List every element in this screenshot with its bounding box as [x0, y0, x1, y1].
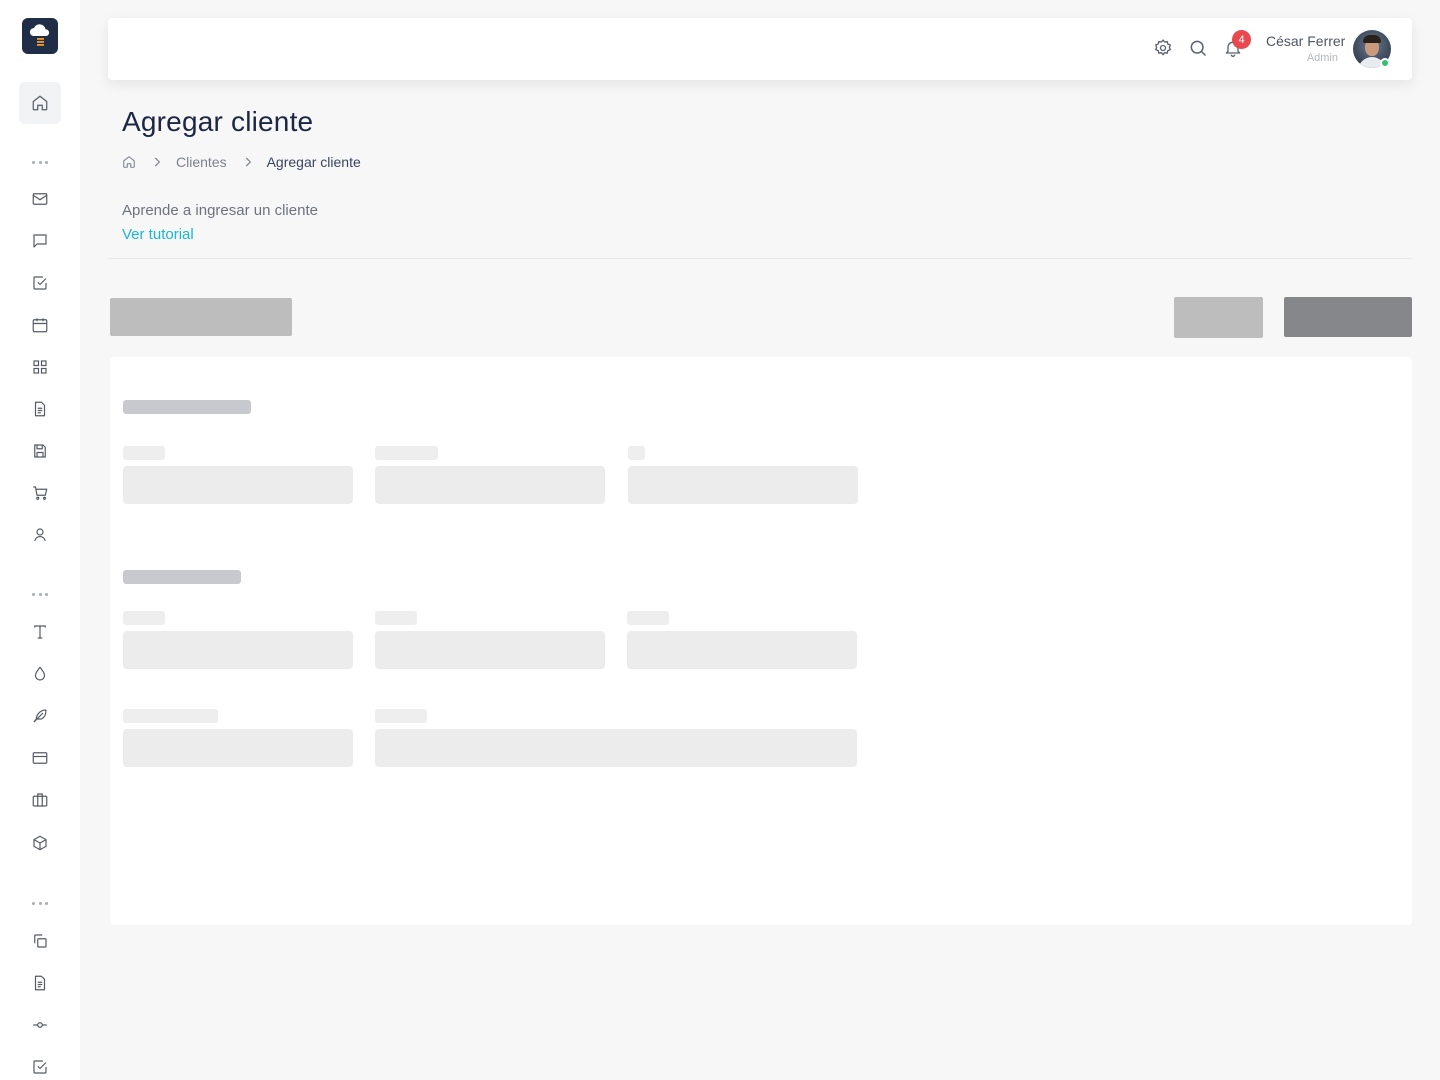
- cart-icon: [33, 486, 48, 500]
- breadcrumb: Clientes Agregar cliente: [122, 153, 361, 171]
- gear-icon: [1154, 39, 1172, 56]
- breadcrumb-home[interactable]: [122, 155, 136, 169]
- chevron-right-icon: [241, 155, 255, 169]
- sidebar-item-home[interactable]: [19, 82, 61, 124]
- skeleton-button-back: [110, 298, 292, 336]
- skeleton-input: [375, 466, 605, 504]
- feather-icon: [33, 709, 47, 723]
- sidebar-item-chat[interactable]: [19, 220, 61, 262]
- briefcase-icon: [32, 793, 48, 807]
- page-title: Agregar cliente: [122, 106, 314, 137]
- calendar-icon: [32, 318, 48, 333]
- skeleton-input: [375, 729, 857, 767]
- user-role: Admin: [1306, 52, 1338, 64]
- user-name: César Ferrer: [1266, 33, 1346, 49]
- skeleton-input: [123, 729, 353, 767]
- credit-card-icon: [32, 752, 48, 764]
- skeleton-label: [123, 611, 165, 625]
- box-icon: [33, 835, 47, 851]
- sidebar-item-feather[interactable]: [19, 695, 61, 737]
- online-status-dot: [1380, 58, 1390, 68]
- skeleton-section-title: [123, 570, 241, 584]
- tutorial-link[interactable]: Ver tutorial: [122, 226, 194, 243]
- skeleton-input: [628, 466, 858, 504]
- skeleton-input: [627, 631, 857, 669]
- section-separator: [32, 593, 48, 597]
- skeleton-section-title: [123, 400, 251, 414]
- search-icon: [1190, 40, 1207, 57]
- save-icon: [34, 444, 46, 458]
- sidebar-item-briefcase[interactable]: [19, 779, 61, 821]
- settings-button[interactable]: [1152, 37, 1174, 59]
- sidebar: [0, 0, 80, 1080]
- sidebar-item-box[interactable]: [19, 822, 61, 864]
- home-icon: [32, 95, 48, 111]
- skeleton-label: [123, 446, 165, 460]
- sidebar-item-cart[interactable]: [19, 472, 61, 514]
- breadcrumb-clientes[interactable]: Clientes: [176, 154, 227, 170]
- help-text: Aprende a ingresar un cliente: [122, 202, 318, 219]
- section-separator: [32, 161, 48, 165]
- sidebar-item-cards[interactable]: [19, 737, 61, 779]
- skeleton-label: [628, 446, 645, 460]
- breadcrumb-current: Agregar cliente: [266, 154, 361, 170]
- sidebar-item-mail[interactable]: [19, 178, 61, 220]
- top-bar: [108, 18, 1412, 80]
- sidebar-item-file[interactable]: [19, 962, 61, 1004]
- skeleton-input: [375, 631, 605, 669]
- droplet-icon: [34, 666, 46, 681]
- copy-icon: [34, 934, 47, 948]
- sidebar-item-apps[interactable]: [19, 346, 61, 388]
- git-commit-icon: [33, 1022, 47, 1028]
- sidebar-item-documents[interactable]: [19, 388, 61, 430]
- skeleton-button-save: [1284, 297, 1412, 337]
- user-menu[interactable]: César Ferrer Admin: [1250, 18, 1400, 80]
- notification-badge: 4: [1232, 30, 1251, 49]
- sidebar-item-copy[interactable]: [19, 920, 61, 962]
- file-text-icon: [34, 975, 46, 991]
- sidebar-item-calendar[interactable]: [19, 304, 61, 346]
- sidebar-item-save[interactable]: [19, 430, 61, 472]
- sidebar-item-user[interactable]: [19, 514, 61, 556]
- skeleton-input: [123, 466, 353, 504]
- divider: [108, 258, 1412, 259]
- mail-icon: [32, 193, 48, 205]
- app-logo[interactable]: [22, 18, 58, 54]
- skeleton-label: [627, 611, 669, 625]
- skeleton-input: [123, 631, 353, 669]
- skeleton-label: [375, 709, 427, 723]
- chat-icon: [33, 234, 47, 248]
- check-square-icon: [33, 276, 47, 290]
- grid-icon: [33, 360, 47, 374]
- skeleton-label: [375, 446, 438, 460]
- form-card-skeleton: [110, 357, 1412, 925]
- cloud-logo-icon: [29, 24, 50, 46]
- search-button[interactable]: [1187, 37, 1209, 59]
- type-icon: [34, 625, 46, 639]
- home-icon: [123, 156, 135, 168]
- skeleton-label: [375, 611, 417, 625]
- check-square-icon: [33, 1060, 47, 1074]
- sidebar-item-typography[interactable]: [19, 611, 61, 653]
- sidebar-item-todo[interactable]: [19, 262, 61, 304]
- sidebar-item-tasks[interactable]: [19, 1046, 61, 1080]
- section-separator: [32, 902, 48, 906]
- skeleton-button-cancel: [1174, 297, 1263, 338]
- user-icon: [34, 528, 46, 542]
- chevron-right-icon: [150, 155, 164, 169]
- sidebar-item-commit[interactable]: [19, 1004, 61, 1046]
- skeleton-label: [123, 709, 218, 723]
- sidebar-item-colors[interactable]: [19, 653, 61, 695]
- document-icon: [34, 401, 46, 417]
